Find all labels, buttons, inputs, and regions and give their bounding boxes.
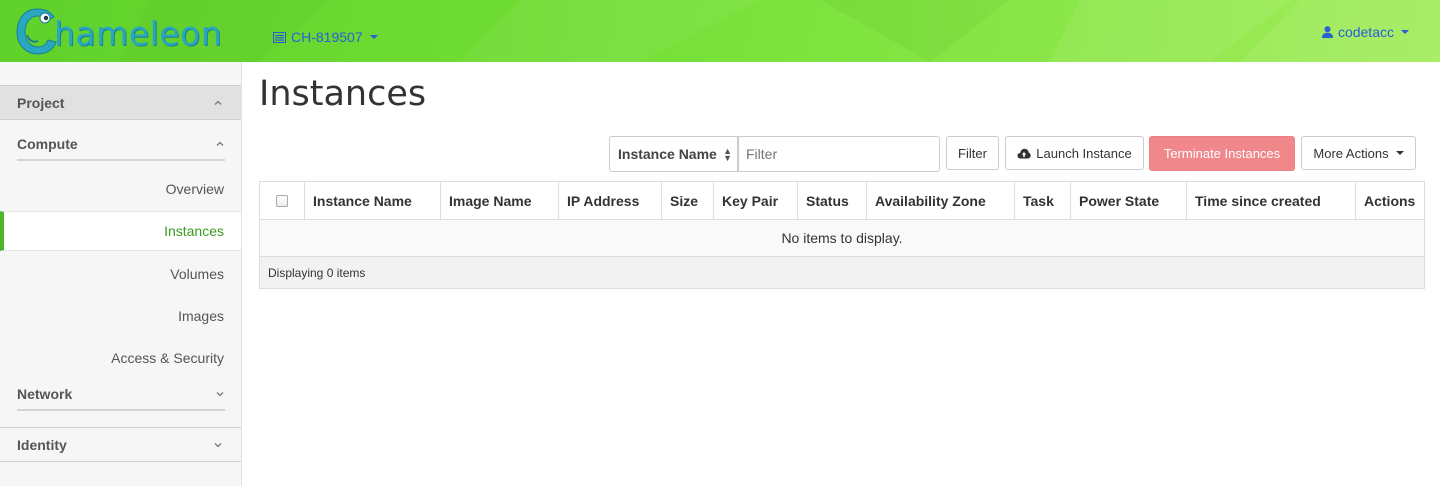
sidebar-group-compute[interactable]: Compute	[17, 129, 225, 161]
project-selector[interactable]: CH-819507	[273, 29, 378, 45]
column-header[interactable]: Power State	[1071, 182, 1187, 220]
logo-wordmark: hameleon	[54, 13, 223, 53]
sort-updown-icon: ▲ ▼	[723, 146, 732, 163]
cloud-upload-icon	[1017, 148, 1031, 158]
filter-field-select-label: Instance Name	[618, 146, 717, 162]
instances-table: Instance Name Image Name IP Address Size…	[259, 181, 1425, 289]
page-title: Instances	[259, 74, 427, 114]
sidebar-item-instances[interactable]: Instances	[0, 211, 241, 251]
select-all-cell	[260, 182, 305, 220]
column-header[interactable]: Availability Zone	[867, 182, 1015, 220]
column-header: Actions	[1364, 193, 1416, 209]
column-header[interactable]: Time since created	[1187, 182, 1356, 220]
caret-down-icon	[1401, 30, 1409, 34]
terminate-instances-label: Terminate Instances	[1163, 146, 1281, 161]
table-header-row: Instance Name Image Name IP Address Size…	[260, 182, 1424, 220]
column-header[interactable]: Key Pair	[714, 182, 798, 220]
sidebar: Project Compute Overview Instances Volum…	[0, 62, 242, 486]
caret-down-icon	[369, 35, 378, 39]
sidebar-item-label: Images	[178, 308, 224, 324]
user-menu[interactable]: codetacc	[1321, 24, 1409, 40]
project-selector-label: CH-819507	[291, 29, 363, 45]
sidebar-item-label: Access & Security	[111, 350, 224, 366]
chevron-up-icon	[216, 141, 224, 146]
filter-input[interactable]	[738, 136, 940, 172]
terminate-instances-button[interactable]: Terminate Instances	[1149, 136, 1295, 171]
select-all-checkbox[interactable]	[276, 195, 288, 207]
chevron-up-icon	[214, 100, 222, 105]
sidebar-item-volumes[interactable]: Volumes	[0, 254, 241, 294]
filter-field-select[interactable]: Instance Name ▲ ▼	[609, 136, 738, 172]
item-count-label: Displaying 0 items	[268, 265, 366, 280]
sidebar-group-network[interactable]: Network	[17, 379, 225, 411]
sidebar-item-label: Instances	[164, 223, 224, 239]
sidebar-item-overview[interactable]: Overview	[0, 169, 241, 209]
more-actions-label: More Actions	[1313, 145, 1389, 161]
column-header[interactable]: Instance Name	[305, 182, 441, 220]
sidebar-item-label: Overview	[165, 181, 224, 197]
sidebar-group-label: Compute	[17, 136, 78, 152]
sidebar-panel-label: Identity	[17, 436, 67, 453]
sidebar-item-images[interactable]: Images	[0, 296, 241, 336]
empty-table-message: No items to display.	[781, 230, 903, 246]
column-header[interactable]: Image Name	[441, 182, 559, 220]
project-icon	[273, 31, 286, 43]
sidebar-group-label: Network	[17, 386, 73, 402]
sidebar-panel-project[interactable]: Project	[0, 85, 241, 120]
caret-down-icon	[1395, 151, 1404, 155]
sidebar-panel-label: Project	[17, 94, 65, 111]
empty-table-row: No items to display.	[260, 220, 1424, 257]
column-header[interactable]: Status	[798, 182, 867, 220]
chevron-down-icon	[214, 442, 222, 447]
chevron-down-icon	[216, 392, 224, 397]
column-header[interactable]: Task	[1015, 182, 1071, 220]
user-icon	[1321, 26, 1333, 38]
column-header[interactable]: IP Address	[559, 182, 662, 220]
launch-instance-label: Launch Instance	[1036, 145, 1132, 161]
launch-instance-button[interactable]: Launch Instance	[1005, 136, 1144, 170]
user-menu-label: codetacc	[1337, 24, 1394, 40]
filter-button[interactable]: Filter	[946, 136, 999, 170]
sidebar-item-label: Volumes	[170, 266, 224, 282]
table-footer: Displaying 0 items	[260, 257, 1424, 288]
filter-button-label: Filter	[958, 145, 987, 161]
top-navbar: hameleon CH-819507 codetacc	[0, 0, 1440, 62]
chameleon-logo[interactable]: hameleon	[14, 2, 222, 60]
sidebar-panel-identity[interactable]: Identity	[0, 427, 241, 462]
more-actions-button[interactable]: More Actions	[1301, 136, 1416, 170]
sidebar-item-access-security[interactable]: Access & Security	[0, 338, 241, 378]
column-header[interactable]: Size	[662, 182, 714, 220]
